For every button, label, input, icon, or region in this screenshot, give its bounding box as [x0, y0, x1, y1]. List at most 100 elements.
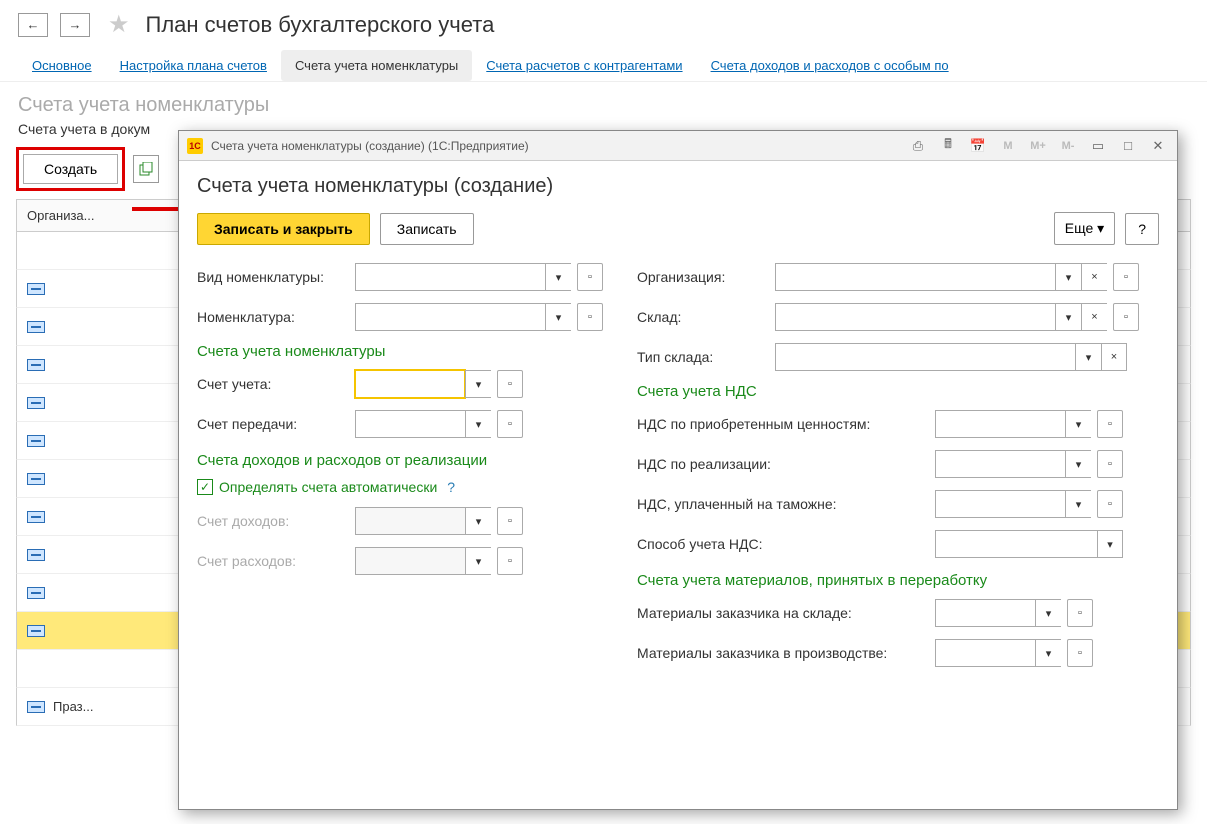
materials-stock-field[interactable]: ▾ ▫	[935, 599, 1093, 627]
vat-sales-input[interactable]	[935, 450, 1065, 478]
dropdown-icon[interactable]: ▾	[545, 303, 571, 331]
warehouse-type-field[interactable]: ▾ ×	[775, 343, 1127, 371]
dropdown-icon[interactable]: ▾	[465, 410, 491, 438]
open-icon[interactable]: ▫	[1097, 490, 1123, 518]
open-icon: ▫	[497, 547, 523, 575]
tab-nomenclature-accounts[interactable]: Счета учета номенклатуры	[281, 50, 472, 81]
dropdown-icon[interactable]: ▾	[1075, 343, 1101, 371]
tab-counterparty-accounts[interactable]: Счета расчетов с контрагентами	[472, 50, 696, 81]
transfer-input[interactable]	[355, 410, 465, 438]
kind-field[interactable]: ▾ ▫	[355, 263, 603, 291]
label-materials-prod: Материалы заказчика в производстве:	[637, 645, 927, 661]
dropdown-icon[interactable]: ▾	[1097, 530, 1123, 558]
app-icon: 1C	[187, 138, 203, 154]
auto-accounts-checkbox[interactable]: ✓	[197, 479, 213, 495]
section-vat-title: Счета учета НДС	[637, 383, 1159, 400]
page-tabs: Основное Настройка плана счетов Счета уч…	[0, 44, 1207, 82]
dropdown-icon[interactable]: ▾	[1065, 450, 1091, 478]
label-account: Счет учета:	[197, 376, 347, 392]
calculator-icon[interactable]: 🖩	[937, 136, 959, 156]
label-materials-stock: Материалы заказчика на складе:	[637, 605, 927, 621]
clear-icon[interactable]: ×	[1081, 263, 1107, 291]
open-icon[interactable]: ▫	[497, 410, 523, 438]
warehouse-field[interactable]: ▾ × ▫	[775, 303, 1139, 331]
label-nomen: Номенклатура:	[197, 309, 347, 325]
dropdown-icon[interactable]: ▾	[465, 370, 491, 398]
vat-method-field[interactable]: ▾	[935, 530, 1123, 558]
transfer-field[interactable]: ▾ ▫	[355, 410, 523, 438]
open-icon[interactable]: ▫	[577, 303, 603, 331]
open-icon[interactable]: ▫	[1113, 303, 1139, 331]
nav-back-button[interactable]: ←	[18, 13, 48, 37]
account-field[interactable]: ▾ ▫	[355, 370, 523, 398]
memory-mminus-button[interactable]: M-	[1057, 136, 1079, 156]
nomen-field[interactable]: ▾ ▫	[355, 303, 603, 331]
nomen-input[interactable]	[355, 303, 545, 331]
auto-accounts-label: Определять счета автоматически	[219, 479, 437, 495]
label-vat-sales: НДС по реализации:	[637, 456, 927, 472]
materials-stock-input[interactable]	[935, 599, 1035, 627]
tab-main[interactable]: Основное	[18, 50, 106, 81]
expense-acct-field: ▾ ▫	[355, 547, 523, 575]
materials-prod-input[interactable]	[935, 639, 1035, 667]
open-icon[interactable]: ▫	[497, 370, 523, 398]
print-icon[interactable]: ⎙	[907, 136, 929, 156]
vat-purchased-field[interactable]: ▾ ▫	[935, 410, 1123, 438]
dropdown-icon: ▾	[465, 507, 491, 535]
record-icon	[27, 549, 45, 561]
section-income-title: Счета доходов и расходов от реализации	[197, 452, 617, 469]
dropdown-icon[interactable]: ▾	[1065, 490, 1091, 518]
tab-income-expense[interactable]: Счета доходов и расходов с особым по	[697, 50, 963, 81]
modal-titlebar[interactable]: 1C Счета учета номенклатуры (создание) (…	[179, 131, 1177, 161]
dropdown-icon[interactable]: ▾	[1055, 303, 1081, 331]
maximize-button[interactable]: □	[1117, 136, 1139, 156]
dropdown-icon[interactable]: ▾	[1035, 599, 1061, 627]
memory-m-button[interactable]: M	[997, 136, 1019, 156]
help-icon[interactable]: ?	[447, 479, 455, 495]
kind-input[interactable]	[355, 263, 545, 291]
open-icon[interactable]: ▫	[1113, 263, 1139, 291]
label-kind: Вид номенклатуры:	[197, 269, 347, 285]
help-button[interactable]: ?	[1125, 213, 1159, 245]
warehouse-input[interactable]	[775, 303, 1055, 331]
favorite-star-icon[interactable]: ★	[108, 10, 130, 39]
nav-forward-button[interactable]: →	[60, 13, 90, 37]
page-title: План счетов бухгалтерского учета	[146, 12, 495, 38]
vat-purchased-input[interactable]	[935, 410, 1065, 438]
vat-method-input[interactable]	[935, 530, 1097, 558]
copy-button[interactable]	[133, 155, 159, 183]
org-input[interactable]	[775, 263, 1055, 291]
open-icon[interactable]: ▫	[1067, 599, 1093, 627]
dropdown-icon[interactable]: ▾	[1065, 410, 1091, 438]
open-icon: ▫	[497, 507, 523, 535]
warehouse-type-input[interactable]	[775, 343, 1075, 371]
materials-prod-field[interactable]: ▾ ▫	[935, 639, 1093, 667]
label-vat-customs: НДС, уплаченный на таможне:	[637, 496, 927, 512]
label-income-acct: Счет доходов:	[197, 513, 347, 529]
org-field[interactable]: ▾ × ▫	[775, 263, 1139, 291]
dropdown-icon[interactable]: ▾	[545, 263, 571, 291]
account-input[interactable]	[355, 370, 465, 398]
write-close-button[interactable]: Записать и закрыть	[197, 213, 370, 245]
open-icon[interactable]: ▫	[577, 263, 603, 291]
memory-mplus-button[interactable]: M+	[1027, 136, 1049, 156]
close-button[interactable]: ✕	[1147, 136, 1169, 156]
open-icon[interactable]: ▫	[1097, 410, 1123, 438]
dropdown-icon[interactable]: ▾	[1035, 639, 1061, 667]
clear-icon[interactable]: ×	[1101, 343, 1127, 371]
income-acct-field: ▾ ▫	[355, 507, 523, 535]
tab-plan-settings[interactable]: Настройка плана счетов	[106, 50, 281, 81]
open-icon[interactable]: ▫	[1067, 639, 1093, 667]
vat-sales-field[interactable]: ▾ ▫	[935, 450, 1123, 478]
vat-customs-field[interactable]: ▾ ▫	[935, 490, 1123, 518]
minimize-button[interactable]: ▭	[1087, 136, 1109, 156]
clear-icon[interactable]: ×	[1081, 303, 1107, 331]
open-icon[interactable]: ▫	[1097, 450, 1123, 478]
calendar-icon[interactable]: 📅	[967, 136, 989, 156]
vat-customs-input[interactable]	[935, 490, 1065, 518]
more-button[interactable]: Еще ▾	[1054, 212, 1115, 245]
write-button[interactable]: Записать	[380, 213, 474, 245]
create-button[interactable]: Создать	[23, 154, 118, 184]
dropdown-icon[interactable]: ▾	[1055, 263, 1081, 291]
row-text: Праз...	[53, 699, 93, 714]
